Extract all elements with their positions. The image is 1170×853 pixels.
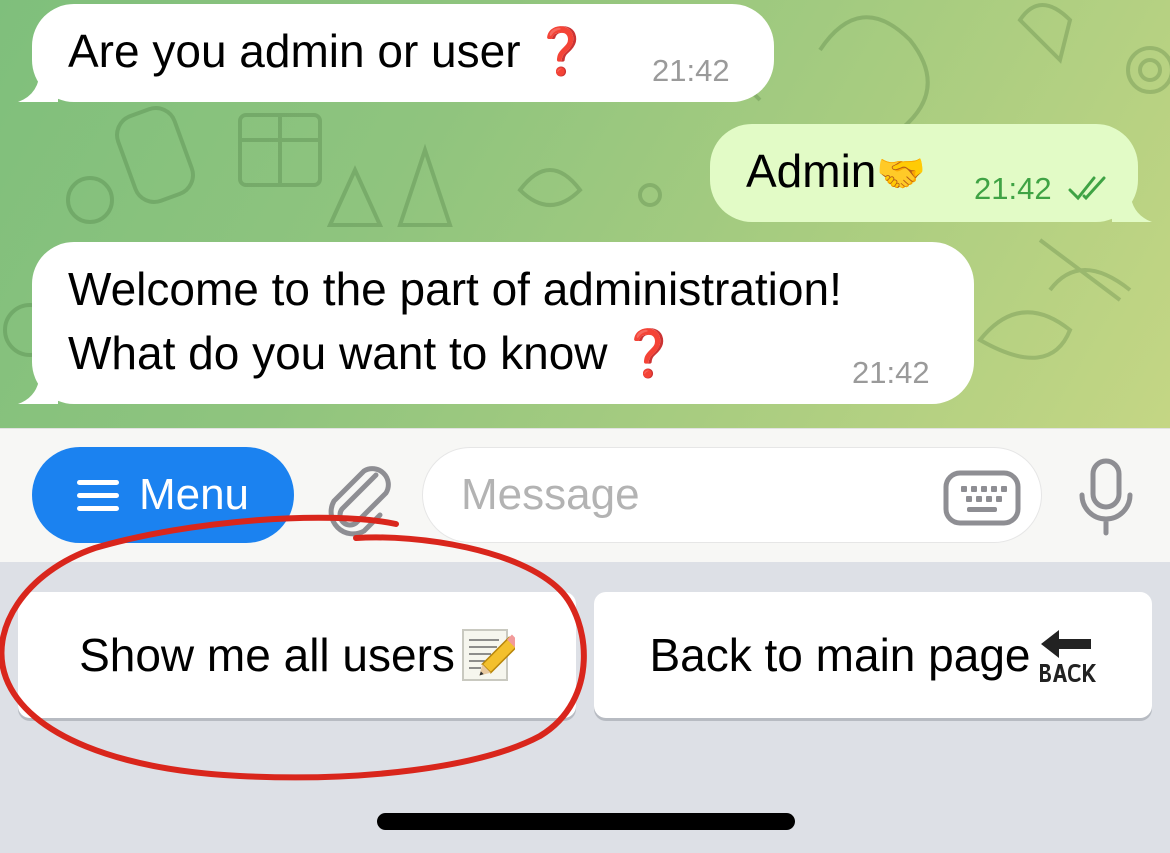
message-text: Are you admin or user [68,25,521,77]
message-input[interactable] [461,448,931,542]
message-time: 21:42 [652,53,730,88]
message-text: Admin [746,145,877,197]
message-text-line1: Welcome to the part of administration! [68,263,842,315]
bubble-tail [1112,188,1152,222]
microphone-icon[interactable] [1076,457,1136,537]
menu-button[interactable]: Menu [32,447,294,543]
hamburger-icon [76,479,119,511]
message-bubble-incoming[interactable]: Welcome to the part of administration! W… [18,242,974,404]
bubble-tail [18,68,58,102]
back-to-main-page-button[interactable]: Back to main page [594,592,1152,718]
reply-keyboard: Show me all users Back to main page [0,562,1170,853]
keyboard-icon[interactable] [943,470,1021,526]
message-text-line2: What do you want to know [68,327,608,379]
message-bubble-outgoing[interactable]: Admin🤝 21:42 [710,124,1152,222]
button-label: Back to main page [649,629,1031,681]
attach-paperclip-icon[interactable] [318,457,400,539]
question-emoji: ❓ [533,25,591,77]
question-emoji: ❓ [620,327,678,379]
message-time: 21:42 [852,355,930,390]
read-checkmarks-icon [1068,176,1106,201]
chat-area[interactable]: Are you admin or user ❓ 21:42 Admin🤝 21:… [0,0,1170,428]
menu-button-label: Menu [138,470,250,519]
handshake-emoji: 🤝 [876,152,927,196]
message-bubble-incoming[interactable]: Are you admin or user ❓ 21:42 [18,4,774,102]
composer-bar: Menu [0,428,1170,562]
button-label: Show me all users [79,629,455,681]
message-time: 21:42 [974,171,1052,206]
message-field[interactable] [422,447,1042,543]
back-arrow-icon [1039,630,1096,682]
show-all-users-button[interactable]: Show me all users [18,592,576,718]
bubble-tail [18,370,58,404]
home-indicator[interactable] [377,813,795,830]
memo-pencil-icon [461,629,515,681]
